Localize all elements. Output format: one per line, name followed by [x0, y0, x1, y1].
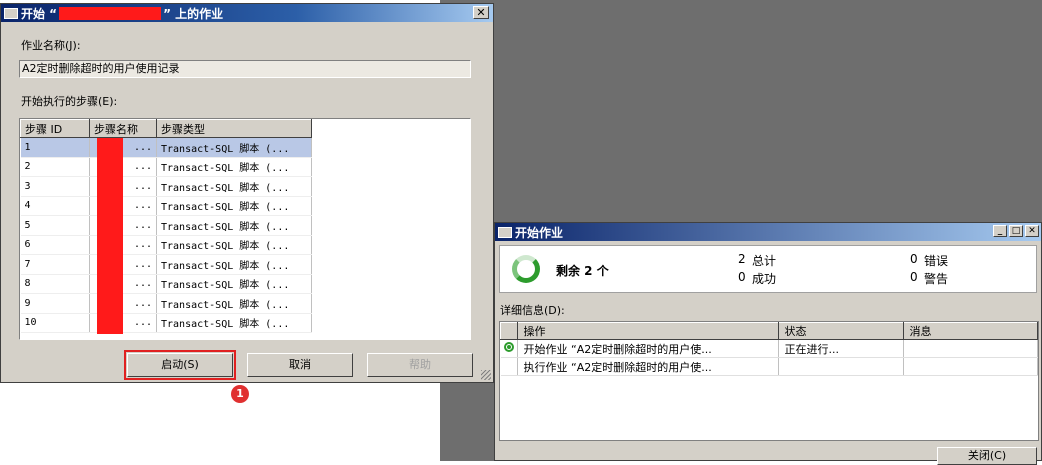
step-type: Transact-SQL 脚本 (...: [156, 137, 312, 158]
start-job-dialog: 开始 “ ” 上的作业 ✕ 作业名称(J): A2定时删除超时的用户使用记录 开…: [0, 3, 494, 383]
redacted-step-names: [97, 138, 123, 334]
dialog-title-suffix: ” 上的作业: [163, 6, 224, 21]
close-icon[interactable]: ✕: [473, 6, 489, 19]
column-header-status[interactable]: 状态: [777, 322, 904, 340]
dialog-titlebar[interactable]: 开始 “ ” 上的作业 ✕: [1, 4, 493, 22]
detail-row[interactable]: 开始作业 “A2定时删除超时的用户使... 正在进行...: [500, 339, 1038, 358]
total-count: 2: [738, 252, 746, 266]
step-row[interactable]: 5... Transact-SQL 脚本 (...: [20, 215, 312, 236]
progress-title: 开始作业: [515, 225, 564, 240]
step-row[interactable]: 10... Transact-SQL 脚本 (...: [20, 313, 312, 333]
step-id: 6: [20, 235, 90, 255]
step-type: Transact-SQL 脚本 (...: [156, 157, 312, 177]
details-table: 操作 状态 消息 开始作业 “A2定时删除超时的用户使... 正在进行... 执…: [500, 322, 1038, 376]
step-type: Transact-SQL 脚本 (...: [156, 293, 312, 314]
help-button[interactable]: 帮助: [367, 353, 473, 377]
success-count: 0: [738, 270, 746, 284]
step-row[interactable]: 6... Transact-SQL 脚本 (...: [20, 235, 312, 255]
detail-message: [903, 339, 1038, 358]
step-id: 7: [20, 254, 90, 275]
close-icon[interactable]: ✕: [1025, 225, 1039, 237]
step-type: Transact-SQL 脚本 (...: [156, 313, 312, 333]
step-id: 4: [20, 196, 90, 216]
in-progress-icon: [503, 342, 514, 352]
step-row[interactable]: 9... Transact-SQL 脚本 (...: [20, 293, 312, 314]
details-grid[interactable]: 操作 状态 消息 开始作业 “A2定时删除超时的用户使... 正在进行... 执…: [499, 321, 1039, 441]
start-jobs-progress-dialog: 开始作业 _ □ ✕ 剩余 2 个 2 总计 0 成功 0 错误 0 警告 详细…: [494, 222, 1042, 465]
detail-action: 开始作业 “A2定时删除超时的用户使...: [517, 339, 779, 358]
step-type: Transact-SQL 脚本 (...: [156, 196, 312, 216]
minimize-icon[interactable]: _: [993, 225, 1007, 237]
progress-summary: 剩余 2 个 2 总计 0 成功 0 错误 0 警告: [499, 245, 1037, 293]
error-label: 错误: [924, 254, 949, 268]
total-label: 总计: [752, 254, 777, 268]
cancel-button[interactable]: 取消: [247, 353, 353, 377]
start-button[interactable]: 启动(S): [124, 350, 236, 380]
step-id: 8: [20, 274, 90, 294]
steps-grid[interactable]: 步骤 ID 步骤名称 步骤类型 1... Transact-SQL 脚本 (...…: [19, 118, 471, 340]
detail-message: [903, 357, 1038, 376]
close-button[interactable]: 关闭(C): [937, 447, 1037, 465]
progress-titlebar[interactable]: 开始作业 _ □ ✕: [495, 223, 1041, 241]
step-id: 2: [20, 157, 90, 177]
job-name-field: A2定时删除超时的用户使用记录: [19, 60, 471, 78]
redacted-server-name: [59, 6, 162, 20]
details-label: 详细信息(D):: [500, 304, 565, 317]
error-count: 0: [910, 252, 918, 266]
job-name-label: 作业名称(J):: [21, 39, 81, 52]
column-header-message[interactable]: 消息: [902, 322, 1038, 340]
dialog-app-icon: [4, 7, 18, 19]
resize-grip-icon[interactable]: [481, 370, 491, 380]
step-row[interactable]: 2... Transact-SQL 脚本 (...: [20, 157, 312, 177]
dialog-title-prefix: 开始 “: [21, 6, 58, 21]
step-type: Transact-SQL 脚本 (...: [156, 254, 312, 275]
progress-app-icon: [498, 226, 512, 238]
detail-status: [778, 357, 904, 376]
step-type: Transact-SQL 脚本 (...: [156, 274, 312, 294]
step-row[interactable]: 7... Transact-SQL 脚本 (...: [20, 254, 312, 275]
column-header-step-id[interactable]: 步骤 ID: [20, 119, 90, 138]
step-type: Transact-SQL 脚本 (...: [156, 215, 312, 236]
annotation-badge: 1: [231, 385, 249, 403]
steps-table: 步骤 ID 步骤名称 步骤类型 1... Transact-SQL 脚本 (...…: [20, 119, 312, 333]
window-controls: _ □ ✕: [993, 225, 1039, 237]
step-row[interactable]: 4... Transact-SQL 脚本 (...: [20, 196, 312, 216]
remaining-status: 剩余 2 个: [556, 264, 609, 278]
step-id: 1: [20, 137, 90, 158]
warning-count: 0: [910, 270, 918, 284]
step-id: 9: [20, 293, 90, 314]
column-header-step-name[interactable]: 步骤名称: [89, 119, 157, 138]
step-row[interactable]: 3... Transact-SQL 脚本 (...: [20, 176, 312, 197]
detail-action: 执行作业 “A2定时删除超时的用户使...: [517, 357, 779, 376]
step-id: 5: [20, 215, 90, 236]
detail-status: 正在进行...: [778, 339, 904, 358]
success-label: 成功: [752, 272, 777, 286]
step-id: 3: [20, 176, 90, 197]
detail-row[interactable]: 执行作业 “A2定时删除超时的用户使...: [500, 357, 1038, 376]
column-header-step-type[interactable]: 步骤类型: [156, 119, 312, 138]
step-row[interactable]: 1... Transact-SQL 脚本 (...: [20, 137, 312, 158]
step-type: Transact-SQL 脚本 (...: [156, 176, 312, 197]
warning-label: 警告: [924, 272, 949, 286]
step-row[interactable]: 8... Transact-SQL 脚本 (...: [20, 274, 312, 294]
step-type: Transact-SQL 脚本 (...: [156, 235, 312, 255]
steps-label: 开始执行的步骤(E):: [21, 95, 118, 108]
column-header-icon: [500, 322, 518, 340]
maximize-icon[interactable]: □: [1009, 225, 1023, 237]
step-id: 10: [20, 313, 90, 333]
column-header-action[interactable]: 操作: [516, 322, 779, 340]
progress-spinner-icon: [512, 255, 540, 283]
